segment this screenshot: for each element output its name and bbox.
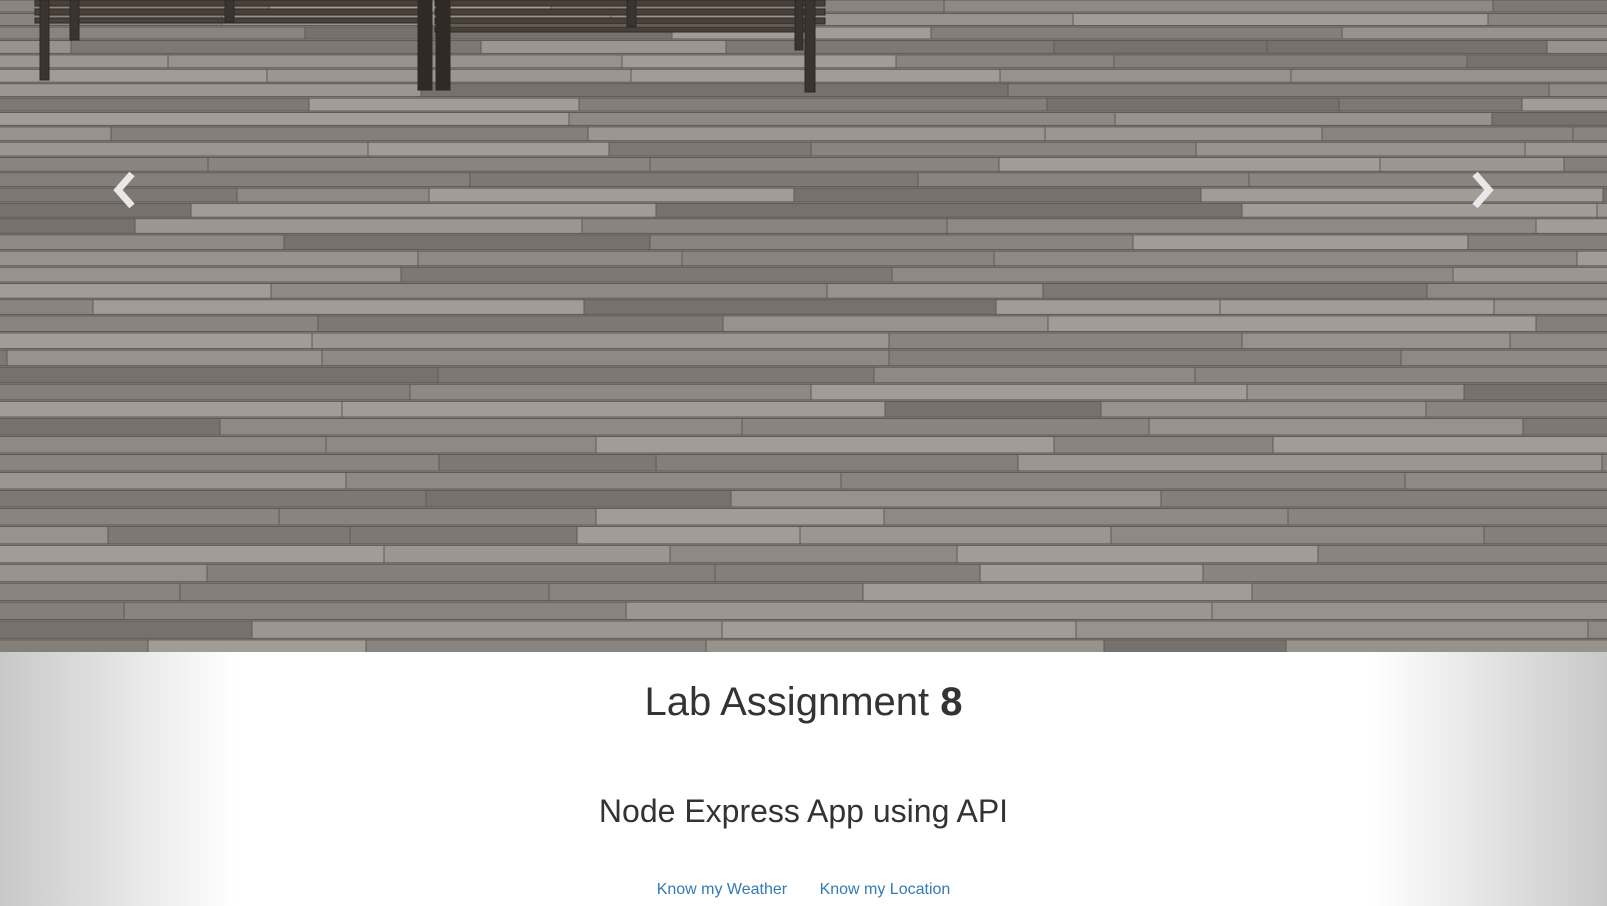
- page: Lab Assignment 8 Node Express App using …: [0, 0, 1607, 906]
- carousel-prev-button[interactable]: [95, 160, 155, 220]
- main-content: Lab Assignment 8 Node Express App using …: [0, 652, 1607, 906]
- page-subtitle: Node Express App using API: [598, 793, 1009, 829]
- carousel-slide-image: [0, 0, 1607, 652]
- chevron-right-icon: [1472, 171, 1494, 209]
- page-title-number: 8: [940, 680, 963, 724]
- know-my-weather-link[interactable]: Know my Weather: [657, 881, 787, 898]
- know-my-location-link[interactable]: Know my Location: [820, 881, 951, 898]
- nav-links: Know my Weather Know my Location: [0, 880, 1607, 900]
- chevron-left-icon: [113, 171, 135, 209]
- page-title-text: Lab Assignment: [644, 680, 930, 724]
- image-carousel: [0, 0, 1607, 652]
- carousel-next-button[interactable]: [1452, 160, 1512, 220]
- page-title: Lab Assignment 8: [0, 678, 1607, 726]
